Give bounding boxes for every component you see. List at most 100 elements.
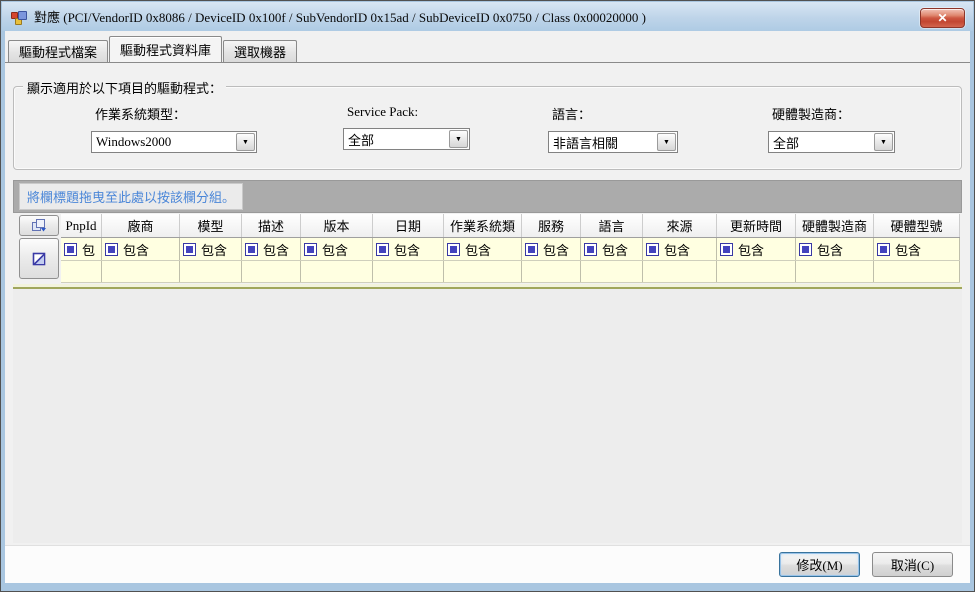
column-header-update-time[interactable]: 更新時間 bbox=[717, 214, 796, 237]
field-language: 語言： 非語言相關 ▼ bbox=[548, 104, 678, 153]
filter-cell-vendor[interactable]: 包含 bbox=[102, 238, 180, 260]
column-header-service[interactable]: 服務 bbox=[522, 214, 581, 237]
cancel-button[interactable]: 取消(C) bbox=[872, 552, 953, 577]
os-type-value: Windows2000 bbox=[92, 132, 235, 152]
customize-columns-button[interactable] bbox=[19, 215, 59, 236]
hw-manufacturer-value: 全部 bbox=[769, 132, 873, 152]
grid-filter-row: 包 包含 包含 包含 bbox=[61, 238, 960, 261]
column-header-description[interactable]: 描述 bbox=[242, 214, 301, 237]
filter-cell-label: 包含 bbox=[895, 240, 921, 259]
grid-empty-row bbox=[61, 261, 960, 283]
driver-filter-groupbox: 顯示適用於以下項目的驅動程式： 作業系統類型： Windows2000 ▼ Se… bbox=[13, 86, 962, 170]
filter-cell-language[interactable]: 包含 bbox=[581, 238, 643, 260]
hw-manufacturer-dropdown-button[interactable]: ▼ bbox=[874, 133, 893, 151]
service-pack-value: 全部 bbox=[344, 129, 448, 149]
grid-indicator-column bbox=[17, 214, 61, 283]
footer-bar: 修改(M) 取消(C) bbox=[5, 545, 970, 583]
column-header-pnpid[interactable]: PnpId bbox=[61, 214, 102, 237]
grid-empty-area bbox=[13, 289, 962, 543]
filter-cell-label: 包含 bbox=[394, 240, 420, 259]
column-header-vendor[interactable]: 廠商 bbox=[102, 214, 180, 237]
clear-filter-icon bbox=[32, 252, 46, 266]
filter-cell-label: 包含 bbox=[123, 240, 149, 259]
dialog-client-area: 驅動程式檔案 驅動程式資料庫 選取機器 顯示適用於以下項目的驅動程式： 作業系統… bbox=[5, 31, 970, 583]
filter-cell-label: 包含 bbox=[543, 240, 569, 259]
tab-driver-files[interactable]: 驅動程式檔案 bbox=[8, 40, 108, 62]
filter-cell-label: 包含 bbox=[201, 240, 227, 259]
filter-cell-label: 包含 bbox=[322, 240, 348, 259]
os-type-label: 作業系統類型： bbox=[95, 104, 257, 123]
filter-cell-hw-model[interactable]: 包含 bbox=[874, 238, 960, 260]
clear-filter-button[interactable] bbox=[19, 238, 59, 279]
filter-contains-icon[interactable] bbox=[525, 243, 538, 256]
filter-contains-icon[interactable] bbox=[376, 243, 389, 256]
driver-grid: PnpId 廠商 模型 描述 版本 日期 作業系統類 服務 語言 來源 更新時間… bbox=[17, 214, 960, 283]
filter-cell-source[interactable]: 包含 bbox=[643, 238, 717, 260]
os-type-combobox[interactable]: Windows2000 ▼ bbox=[91, 131, 257, 153]
filter-contains-icon[interactable] bbox=[877, 243, 890, 256]
grid-header-row: PnpId 廠商 模型 描述 版本 日期 作業系統類 服務 語言 來源 更新時間… bbox=[61, 214, 960, 238]
language-dropdown-button[interactable]: ▼ bbox=[657, 133, 676, 151]
filter-cell-label: 包含 bbox=[738, 240, 764, 259]
title-bar[interactable]: 對應 (PCI/VendorID 0x8086 / DeviceID 0x100… bbox=[2, 2, 973, 31]
field-hw-manufacturer: 硬體製造商： 全部 ▼ bbox=[768, 104, 895, 153]
tab-page-driver-database: 顯示適用於以下項目的驅動程式： 作業系統類型： Windows2000 ▼ Se… bbox=[5, 62, 970, 547]
filter-cell-label: 包含 bbox=[602, 240, 628, 259]
group-by-panel[interactable]: 將欄標題拖曳至此處以按該欄分組。 bbox=[13, 180, 962, 213]
close-button[interactable]: ✕ bbox=[920, 8, 965, 28]
column-header-os-type[interactable]: 作業系統類 bbox=[444, 214, 522, 237]
column-header-language[interactable]: 語言 bbox=[581, 214, 643, 237]
filter-contains-icon[interactable] bbox=[183, 243, 196, 256]
filter-contains-icon[interactable] bbox=[646, 243, 659, 256]
filter-cell-model[interactable]: 包含 bbox=[180, 238, 242, 260]
filter-cell-hw-manufacturer[interactable]: 包含 bbox=[796, 238, 874, 260]
tab-driver-database[interactable]: 驅動程式資料庫 bbox=[109, 36, 222, 62]
close-icon: ✕ bbox=[937, 11, 947, 26]
filter-cell-label: 包含 bbox=[664, 240, 690, 259]
hw-manufacturer-combobox[interactable]: 全部 ▼ bbox=[768, 131, 895, 153]
filter-cell-version[interactable]: 包含 bbox=[301, 238, 373, 260]
column-header-source[interactable]: 來源 bbox=[643, 214, 717, 237]
filter-cell-pnpid[interactable]: 包 bbox=[61, 238, 102, 260]
filter-cell-date[interactable]: 包含 bbox=[373, 238, 444, 260]
window-title: 對應 (PCI/VendorID 0x8086 / DeviceID 0x100… bbox=[34, 7, 646, 26]
column-header-date[interactable]: 日期 bbox=[373, 214, 444, 237]
service-pack-label: Service Pack: bbox=[347, 104, 470, 120]
customize-columns-icon bbox=[32, 219, 47, 232]
os-type-dropdown-button[interactable]: ▼ bbox=[236, 133, 255, 151]
filter-contains-icon[interactable] bbox=[304, 243, 317, 256]
language-combobox[interactable]: 非語言相關 ▼ bbox=[548, 131, 678, 153]
chevron-down-icon: ▼ bbox=[455, 136, 462, 143]
column-header-hw-model[interactable]: 硬體型號 bbox=[874, 214, 960, 237]
chevron-down-icon: ▼ bbox=[242, 139, 249, 146]
filter-cell-os-type[interactable]: 包含 bbox=[444, 238, 522, 260]
filter-contains-icon[interactable] bbox=[584, 243, 597, 256]
service-pack-dropdown-button[interactable]: ▼ bbox=[449, 130, 468, 148]
filter-contains-icon[interactable] bbox=[799, 243, 812, 256]
filter-cell-label: 包含 bbox=[465, 240, 491, 259]
filter-cell-service[interactable]: 包含 bbox=[522, 238, 581, 260]
tab-select-machine[interactable]: 選取機器 bbox=[223, 40, 297, 62]
group-by-hint: 將欄標題拖曳至此處以按該欄分組。 bbox=[19, 183, 243, 210]
column-header-model[interactable]: 模型 bbox=[180, 214, 242, 237]
filter-contains-icon[interactable] bbox=[64, 243, 77, 256]
filter-contains-icon[interactable] bbox=[720, 243, 733, 256]
filter-contains-icon[interactable] bbox=[447, 243, 460, 256]
filter-cell-label: 包含 bbox=[263, 240, 289, 259]
filter-contains-icon[interactable] bbox=[105, 243, 118, 256]
filter-contains-icon[interactable] bbox=[245, 243, 258, 256]
column-header-version[interactable]: 版本 bbox=[301, 214, 373, 237]
field-service-pack: Service Pack: 全部 ▼ bbox=[343, 104, 470, 150]
service-pack-combobox[interactable]: 全部 ▼ bbox=[343, 128, 470, 150]
filter-cell-label: 包含 bbox=[817, 240, 843, 259]
groupbox-title: 顯示適用於以下項目的驅動程式： bbox=[23, 78, 226, 97]
column-header-hw-manufacturer[interactable]: 硬體製造商 bbox=[796, 214, 874, 237]
dialog-window: 對應 (PCI/VendorID 0x8086 / DeviceID 0x100… bbox=[0, 0, 975, 592]
chevron-down-icon: ▼ bbox=[663, 139, 670, 146]
filter-cell-update-time[interactable]: 包含 bbox=[717, 238, 796, 260]
grid-columns-area: PnpId 廠商 模型 描述 版本 日期 作業系統類 服務 語言 來源 更新時間… bbox=[61, 214, 960, 283]
filter-cell-description[interactable]: 包含 bbox=[242, 238, 301, 260]
hw-manufacturer-label: 硬體製造商： bbox=[772, 104, 895, 123]
modify-button[interactable]: 修改(M) bbox=[779, 552, 860, 577]
filter-cell-label: 包 bbox=[82, 240, 95, 259]
